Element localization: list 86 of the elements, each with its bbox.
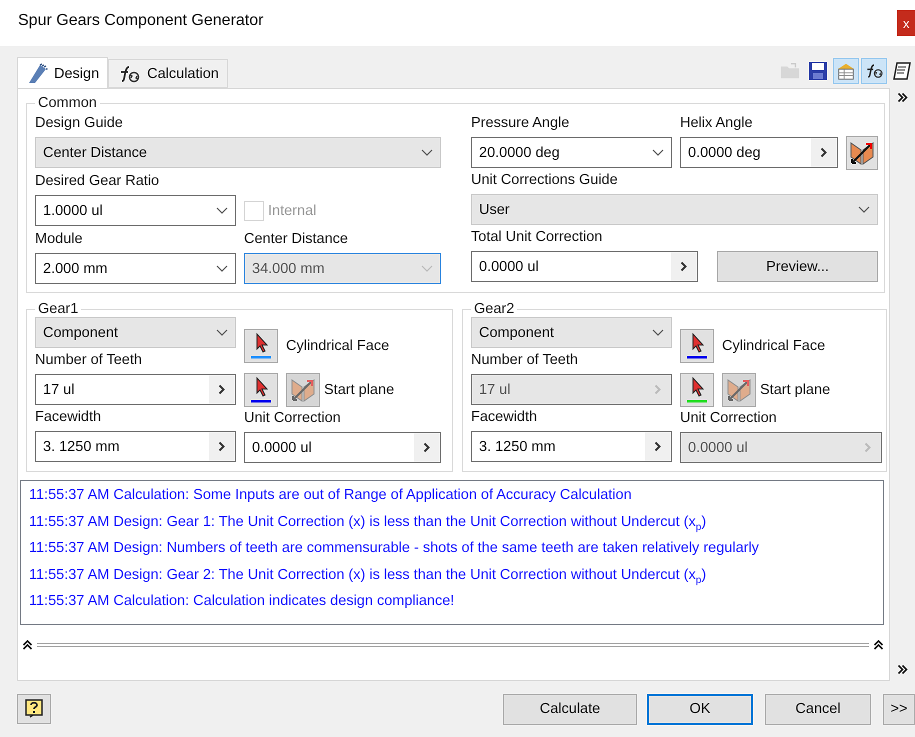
- field-label: Number of Teeth: [35, 351, 143, 370]
- selection-label: Cylindrical Face: [286, 338, 390, 354]
- dropdown[interactable]: Component: [35, 317, 236, 348]
- flip-plane-button[interactable]: [286, 372, 320, 406]
- log-message: 11:55:37 AM Calculation: Calculation indicates design compliance!: [29, 592, 456, 611]
- log-message: 11:55:37 AM Design: Gear 2: The Unit Correction (x) is less than the Unit Correction without Undercut (x$_{p}$): [29, 566, 708, 585]
- combo-field[interactable]: 20.0000 deg: [471, 137, 672, 168]
- plane-icon: [726, 376, 752, 402]
- chevron-right-icon: [423, 442, 431, 453]
- selection-label: Start plane: [324, 382, 394, 398]
- group-title: Gear1: [37, 301, 80, 317]
- chevron-down-icon: [421, 149, 433, 156]
- field-label: Pressure Angle: [471, 114, 570, 133]
- flip-plane-button[interactable]: [722, 372, 756, 406]
- plane-icon: [290, 376, 316, 402]
- double-chevron-right-icon[interactable]: [897, 92, 908, 103]
- dialog-button[interactable]: Cancel: [765, 694, 871, 724]
- dropdown[interactable]: User: [471, 194, 878, 225]
- tab[interactable]: Calculation: [108, 59, 228, 88]
- table-icon: [836, 61, 856, 81]
- dropdown[interactable]: Component: [471, 317, 672, 348]
- help-icon: [25, 699, 43, 719]
- chevron-right-icon: [654, 441, 662, 452]
- select-face-button[interactable]: [680, 328, 714, 362]
- selection-label: Start plane: [760, 382, 830, 398]
- spin-field[interactable]: 3. 1250 mm: [35, 431, 236, 462]
- group-title: Common: [37, 95, 98, 111]
- spin-field[interactable]: 0.0000 ul: [244, 432, 441, 463]
- dialog-button[interactable]: OK: [647, 694, 753, 724]
- double-chevron-right-icon[interactable]: [897, 664, 908, 675]
- select-plane-button[interactable]: [680, 372, 714, 406]
- window-title: Spur Gears Component Generator: [18, 12, 264, 30]
- field-label: Unit Correction: [244, 409, 342, 428]
- field-label: Unit Correction: [680, 409, 778, 428]
- select-plane-button[interactable]: [244, 372, 278, 406]
- select-face-button[interactable]: [244, 328, 278, 362]
- combo-field[interactable]: 1.0000 ul: [35, 195, 236, 226]
- dialog-button[interactable]: Calculate: [503, 694, 637, 724]
- chevron-down-icon: [421, 265, 433, 272]
- save-icon: [808, 61, 828, 81]
- spin-field[interactable]: 3. 1250 mm: [471, 431, 672, 462]
- chevron-down-icon: [652, 329, 664, 336]
- tab[interactable]: Design: [17, 57, 108, 89]
- chevron-right-icon: [218, 441, 226, 452]
- spin-field[interactable]: 0.0000 ul: [471, 251, 698, 282]
- log-message: 11:55:37 AM Design: Gear 1: The Unit Correction (x) is less than the Unit Correction without Undercut (x$_{p}$): [29, 512, 708, 532]
- chevron-down-icon: [652, 149, 664, 156]
- double-chevron-up-icon[interactable]: [873, 639, 884, 650]
- flip-direction-button[interactable]: [846, 136, 878, 170]
- field-label: Desired Gear Ratio: [35, 172, 160, 191]
- field-label: Total Unit Correction: [471, 228, 604, 247]
- selection-label: Cylindrical Face: [722, 338, 826, 354]
- chevron-right-icon: [680, 261, 688, 272]
- chevron-down-icon: [216, 265, 228, 272]
- field-label: Helix Angle: [680, 114, 754, 133]
- chevron-right-icon: [864, 442, 872, 453]
- chevron-right-icon: [218, 384, 226, 395]
- chevron-right-icon: [820, 147, 828, 158]
- folder-icon: [780, 62, 800, 80]
- chevron-right-icon: [654, 384, 662, 395]
- field-label: Design Guide: [35, 114, 124, 133]
- field-label: Facewidth: [471, 408, 538, 427]
- preview-button[interactable]: Preview...: [717, 251, 878, 282]
- checkbox-label: Internal: [268, 202, 316, 218]
- spin-field[interactable]: 17 ul: [35, 374, 236, 405]
- notepad-icon: [892, 61, 912, 81]
- combo-field[interactable]: 2.000 mm: [35, 253, 236, 284]
- chevron-down-icon: [858, 206, 870, 213]
- field-label: Unit Corrections Guide: [471, 171, 619, 190]
- close-button[interactable]: x: [897, 10, 915, 36]
- spin-field[interactable]: 0.0000 deg: [680, 137, 838, 168]
- more-button[interactable]: >>: [883, 694, 915, 724]
- field-label: Number of Teeth: [471, 351, 579, 370]
- log-message: 11:55:37 AM Design: Numbers of teeth are commensurable - shots of the same teeth are taken relatively regularly: [29, 539, 760, 558]
- field-label: Module: [35, 230, 84, 249]
- double-chevron-up-icon[interactable]: [22, 639, 33, 650]
- group-title: Gear2: [473, 301, 516, 317]
- plane-icon: [849, 140, 875, 166]
- field-label: Center Distance: [244, 230, 349, 249]
- toolbar-button[interactable]: [861, 58, 887, 84]
- chevron-down-icon: [216, 207, 228, 214]
- log-message: 11:55:37 AM Calculation: Some Inputs are out of Range of Application of Accuracy Calculation: [29, 486, 633, 505]
- field-label: Facewidth: [35, 408, 102, 427]
- dropdown[interactable]: Center Distance: [35, 137, 441, 168]
- help-button[interactable]: [17, 694, 51, 724]
- chevron-down-icon: [216, 329, 228, 336]
